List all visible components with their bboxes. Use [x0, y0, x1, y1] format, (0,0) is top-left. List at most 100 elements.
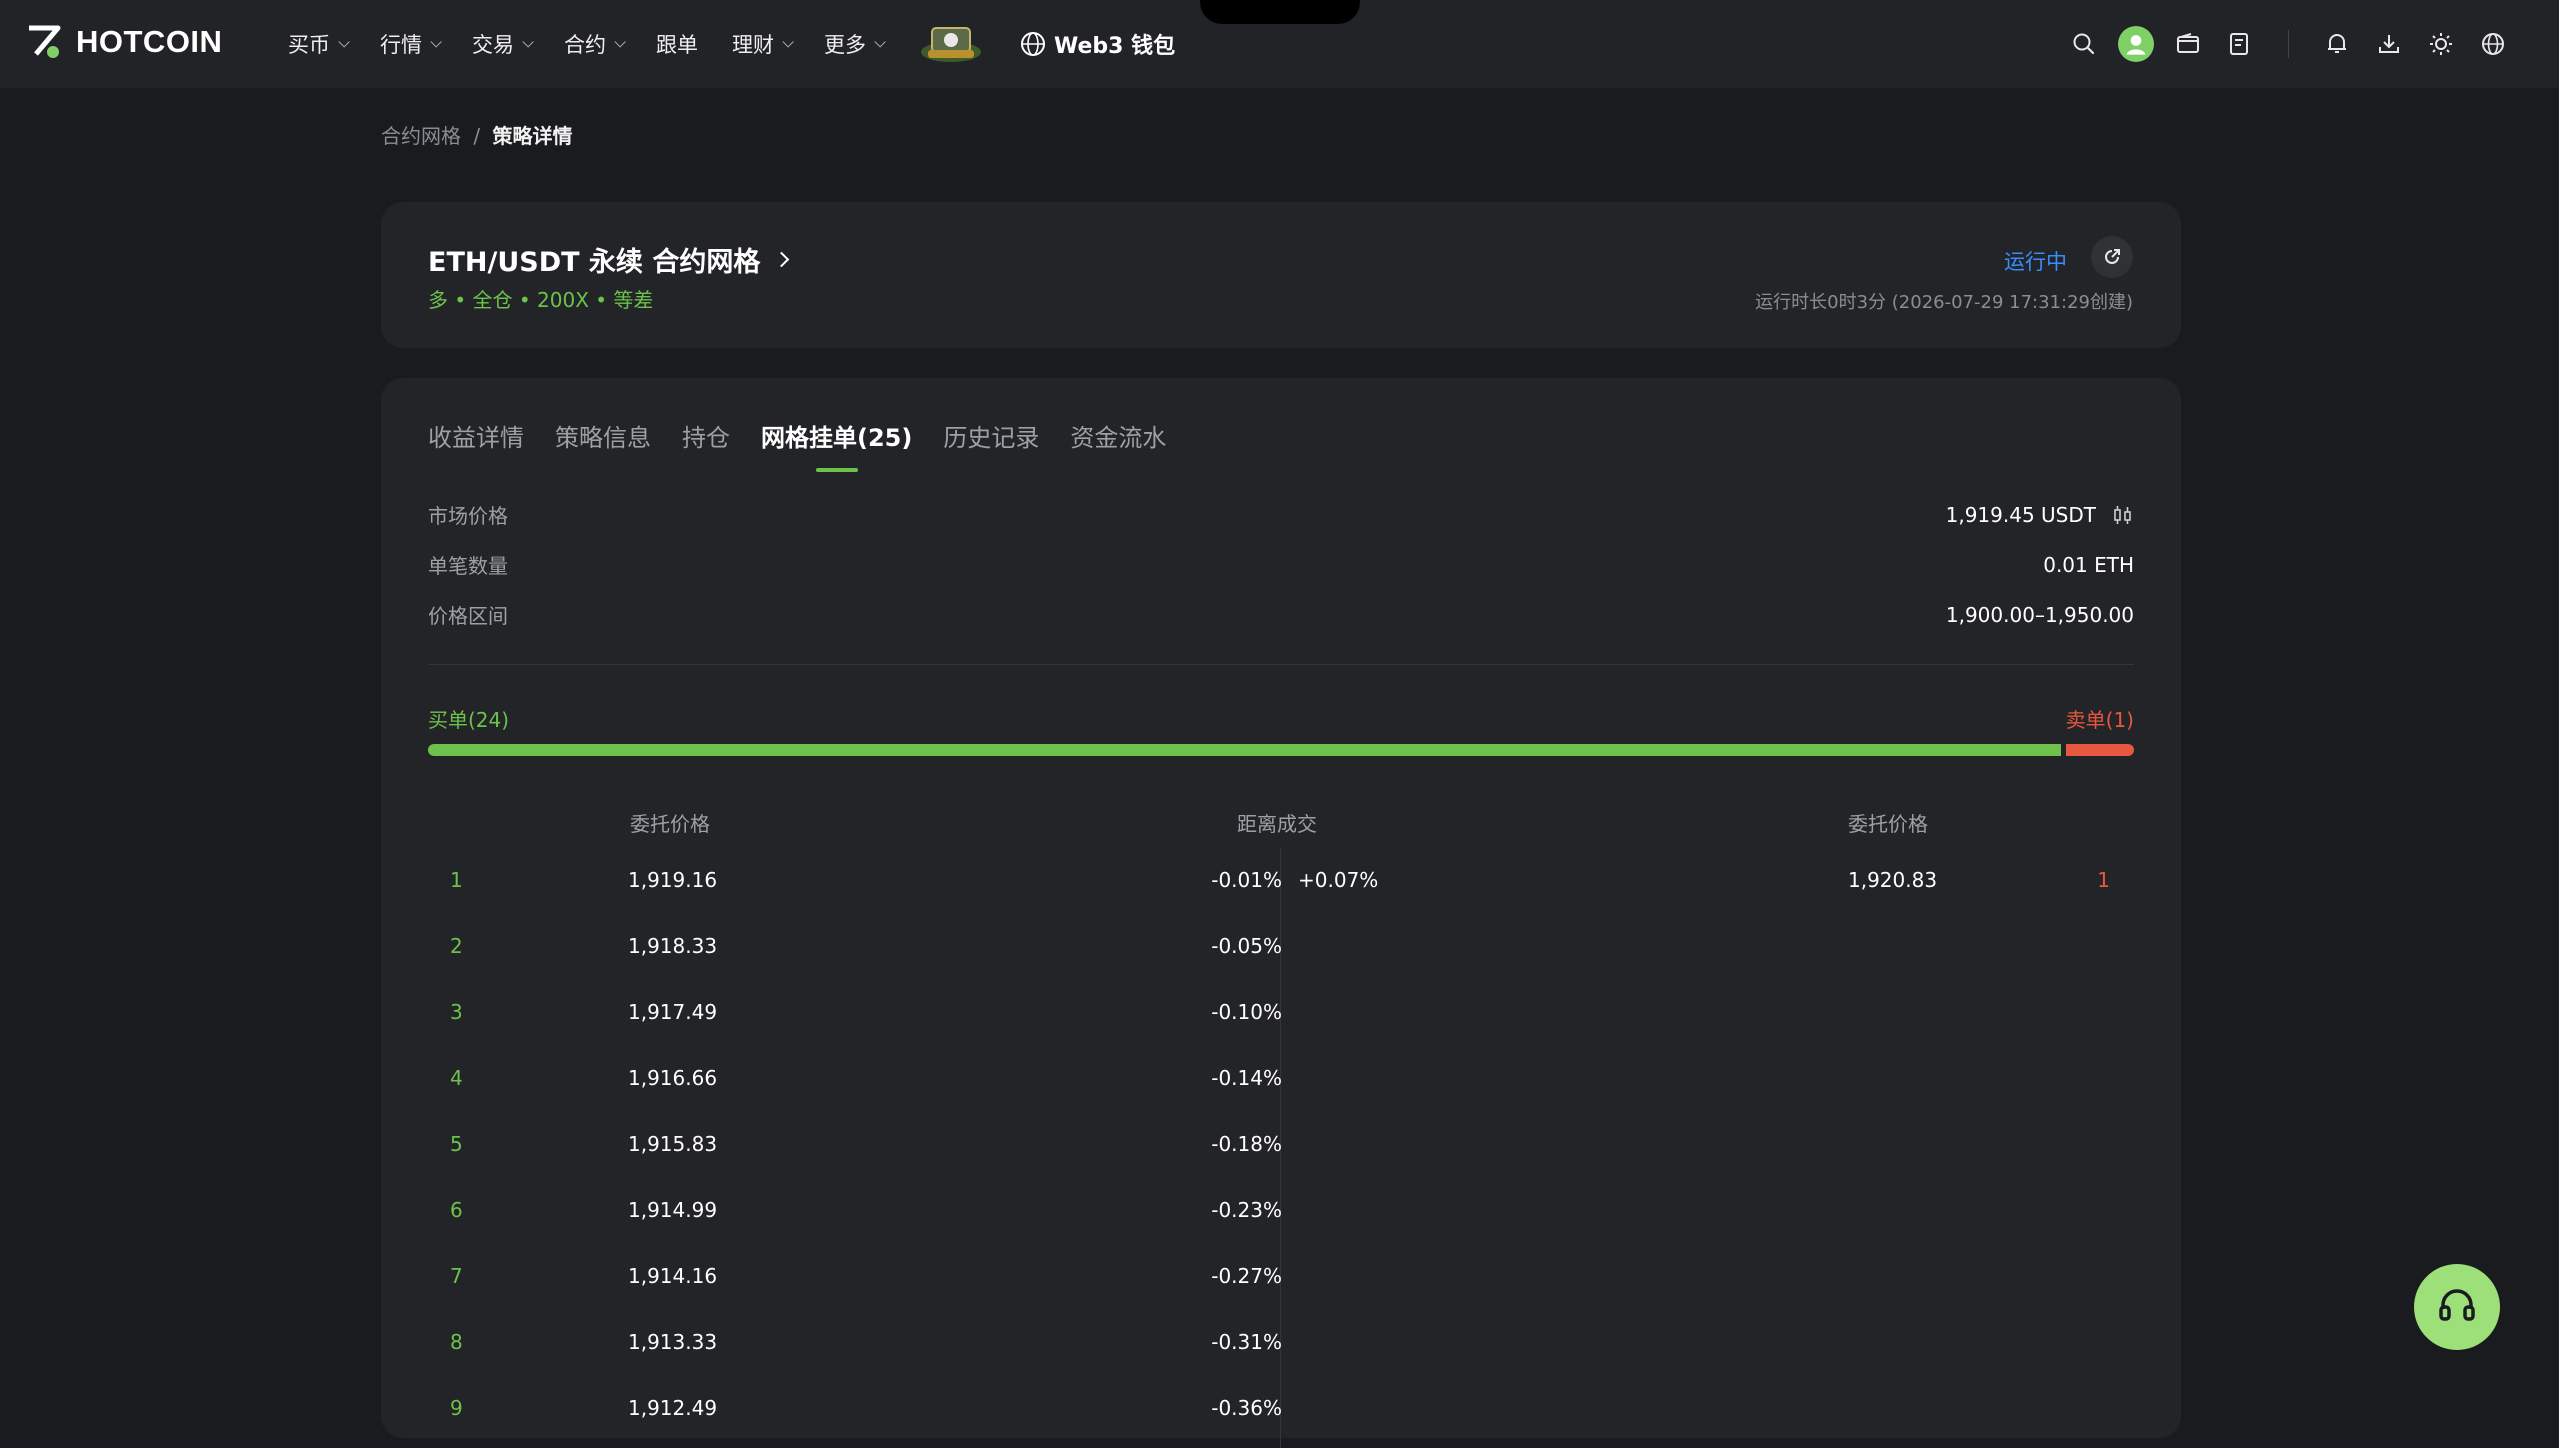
order-row: 9 1,912.49 -0.36%: [428, 1396, 2134, 1436]
logo-text: HOTCOIN: [76, 24, 223, 59]
breadcrumb-separator: /: [473, 124, 481, 148]
hotcoin-logo-icon: [26, 24, 62, 60]
nav-copy-trading[interactable]: 跟单: [656, 29, 698, 59]
market-price-value: 1,919.45 USDT: [1945, 502, 2096, 527]
column-header-sell-price: 委托价格: [1848, 812, 1928, 836]
tab-fund-flow[interactable]: 资金流水: [1070, 418, 1166, 453]
info-value: 0.01 ETH: [2043, 552, 2134, 577]
buy-order-price: 1,915.83: [628, 1132, 718, 1156]
nav-label: 交易: [472, 33, 514, 57]
column-header-distance: 距离成交: [1237, 812, 1317, 836]
info-label: 市场价格: [428, 504, 508, 528]
tab-strategy-info[interactable]: 策略信息: [555, 418, 651, 453]
order-row: 2 1,918.33 -0.05%: [428, 934, 2134, 974]
download-icon[interactable]: [2371, 26, 2407, 62]
chevron-down-icon: [522, 36, 534, 48]
web3-wallet-label: Web3 钱包: [1054, 34, 1176, 59]
avatar-icon: [2118, 26, 2154, 62]
hotcoin-logo[interactable]: HOTCOIN: [26, 24, 222, 60]
buy-order-index: 5: [450, 1132, 463, 1156]
web3-wallet-link[interactable]: Web3 钱包: [1020, 28, 1175, 60]
order-row: 8 1,913.33 -0.31%: [428, 1330, 2134, 1370]
breadcrumb-parent-link[interactable]: 合约网格: [381, 124, 461, 148]
nav-buy-crypto[interactable]: 买币: [288, 29, 350, 59]
chevron-down-icon: [338, 36, 350, 48]
buy-order-index: 1: [450, 868, 463, 892]
nav-label: 更多: [824, 33, 866, 57]
headset-icon: [2439, 1289, 2475, 1321]
buy-order-distance: -0.31%: [1211, 1330, 1282, 1354]
header-divider: [2288, 30, 2289, 58]
top-navigation-bar: HOTCOIN 买币 行情 交易 合约 跟单 理财 更多 Web3 钱包: [0, 0, 2559, 88]
nav-label: 合约: [564, 33, 606, 57]
search-icon[interactable]: [2066, 26, 2102, 62]
nav-futures[interactable]: 合约: [564, 29, 626, 59]
section-divider: [428, 664, 2134, 665]
buy-sell-ratio-bar: [428, 744, 2134, 756]
strategy-title: ETH/USDT 永续 合约网格: [428, 247, 761, 278]
buy-sell-summary: 买单(24) 卖单(1): [428, 704, 2134, 733]
buy-order-index: 8: [450, 1330, 463, 1354]
tab-history[interactable]: 历史记录: [943, 418, 1039, 453]
language-globe-icon[interactable]: [2475, 26, 2511, 62]
customer-support-button[interactable]: [2414, 1264, 2500, 1350]
buy-order-distance: -0.14%: [1211, 1066, 1282, 1090]
info-label: 价格区间: [428, 604, 508, 628]
buy-ratio-fill: [428, 744, 2061, 756]
notification-bell-icon[interactable]: [2319, 26, 2355, 62]
user-avatar[interactable]: [2118, 26, 2154, 62]
breadcrumb: 合约网格 / 策略详情: [381, 120, 572, 149]
main-nav: 买币 行情 交易 合约 跟单 理财 更多 Web3 钱包: [288, 0, 1175, 88]
info-value: 1,919.45 USDT: [1946, 503, 2134, 527]
web3-globe-icon: [1021, 32, 1045, 56]
sell-order-price: 1,920.83: [1848, 868, 1938, 892]
strategy-tags: 多 • 全仓 • 200X • 等差: [428, 288, 654, 312]
nav-label: 买币: [288, 33, 330, 57]
share-button[interactable]: [2091, 236, 2133, 278]
strategy-title-link[interactable]: ETH/USDT 永续 合约网格: [428, 240, 790, 279]
sell-orders-label: 卖单(1): [2065, 708, 2134, 732]
orders-icon[interactable]: [2222, 26, 2258, 62]
buy-order-distance: -0.23%: [1211, 1198, 1282, 1222]
breadcrumb-current: 策略详情: [492, 124, 573, 148]
nav-markets[interactable]: 行情: [380, 29, 442, 59]
camera-notch: [1200, 0, 1360, 24]
buy-order-index: 9: [450, 1396, 463, 1420]
nav-trade[interactable]: 交易: [472, 29, 534, 59]
order-row: 7 1,914.16 -0.27%: [428, 1264, 2134, 1304]
info-value: 1,900.00–1,950.00: [1945, 602, 2134, 627]
info-label: 单笔数量: [428, 554, 508, 578]
promo-badge-icon[interactable]: [916, 22, 986, 66]
order-row: 6 1,914.99 -0.23%: [428, 1198, 2134, 1238]
buy-order-price: 1,919.16: [628, 868, 718, 892]
tab-positions[interactable]: 持仓: [682, 418, 730, 453]
nav-more[interactable]: 更多: [824, 29, 886, 59]
buy-order-distance: -0.01%: [1211, 868, 1282, 892]
wallet-icon[interactable]: [2170, 26, 2206, 62]
order-row: 5 1,915.83 -0.18%: [428, 1132, 2134, 1172]
tab-profit-details[interactable]: 收益详情: [428, 418, 524, 453]
tab-grid-orders[interactable]: 网格挂单(25): [761, 418, 912, 472]
buy-order-distance: -0.18%: [1211, 1132, 1282, 1156]
nav-label: 跟单: [656, 33, 698, 57]
buy-order-price: 1,918.33: [628, 934, 718, 958]
chevron-down-icon: [430, 36, 442, 48]
sell-order-index: 1: [2097, 868, 2110, 892]
buy-order-distance: -0.05%: [1211, 934, 1282, 958]
nav-earn[interactable]: 理财: [732, 29, 794, 59]
buy-order-price: 1,914.99: [628, 1198, 718, 1222]
buy-order-index: 4: [450, 1066, 463, 1090]
chevron-down-icon: [782, 36, 794, 48]
chevron-down-icon: [874, 36, 886, 48]
nav-label: 行情: [380, 33, 422, 57]
buy-order-distance: -0.10%: [1211, 1000, 1282, 1024]
buy-order-distance: -0.36%: [1211, 1396, 1282, 1420]
runtime-text: 运行时长0时3分 (2026-07-29 17:31:29创建): [1755, 292, 2133, 313]
buy-order-price: 1,913.33: [628, 1330, 718, 1354]
theme-sun-icon[interactable]: [2423, 26, 2459, 62]
buy-order-index: 7: [450, 1264, 463, 1288]
candlestick-chart-icon[interactable]: [2112, 504, 2134, 526]
buy-order-price: 1,912.49: [628, 1396, 718, 1420]
buy-order-index: 2: [450, 934, 463, 958]
info-row-market-price: 市场价格 1,919.45 USDT: [428, 500, 2134, 529]
